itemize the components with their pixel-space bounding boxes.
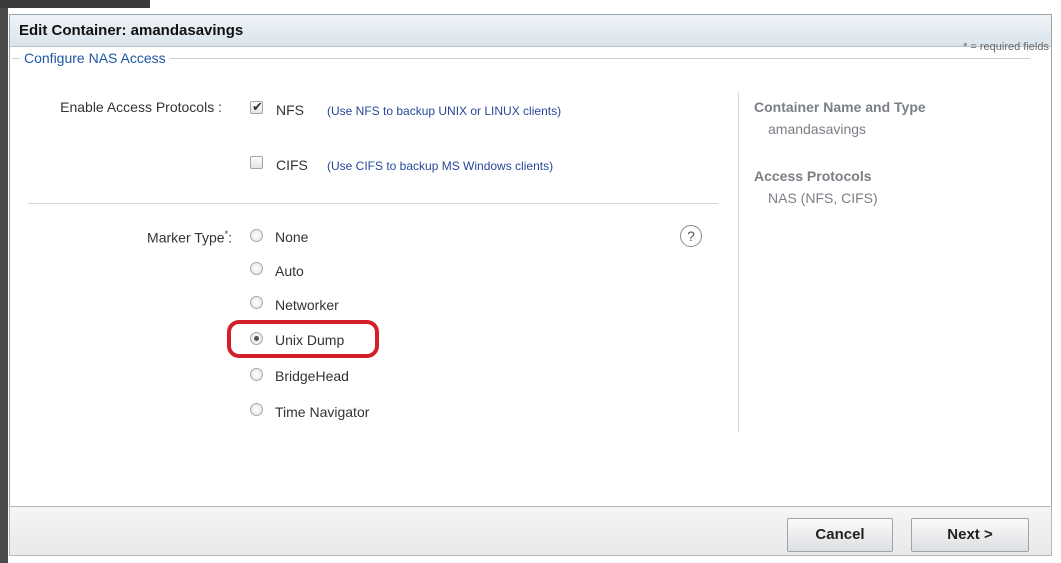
- required-fields-note: * = required fields: [963, 41, 1049, 53]
- cifs-label[interactable]: CIFS: [276, 157, 308, 173]
- nfs-label[interactable]: NFS: [276, 102, 304, 118]
- protocols-label: Enable Access Protocols :: [60, 99, 222, 115]
- summary-divider: [738, 92, 739, 432]
- nas-access-fieldset: [12, 58, 1030, 489]
- cancel-button[interactable]: Cancel: [787, 518, 893, 552]
- radio-auto[interactable]: [250, 262, 263, 275]
- annotation-highlight-circle: [227, 320, 379, 358]
- nfs-hint: (Use NFS to backup UNIX or LINUX clients…: [327, 104, 562, 118]
- dialog-title: Edit Container: amandasavings: [10, 15, 1051, 47]
- radio-label-auto[interactable]: Auto: [275, 263, 304, 279]
- summary-container-value: amandasavings: [768, 121, 867, 137]
- checkmark-icon: ✔: [252, 99, 263, 114]
- cifs-checkbox[interactable]: [250, 156, 263, 169]
- marker-type-label-colon: :: [228, 229, 232, 246]
- radio-label-networker[interactable]: Networker: [275, 297, 339, 313]
- help-icon[interactable]: ?: [680, 225, 702, 247]
- radio-none[interactable]: [250, 229, 263, 242]
- summary-protocols-heading: Access Protocols: [754, 168, 872, 184]
- dialog-footer: [9, 506, 1052, 556]
- cifs-hint: (Use CIFS to backup MS Windows clients): [327, 159, 554, 173]
- next-button[interactable]: Next >: [911, 518, 1029, 552]
- marker-type-label-text: Marker Type: [147, 229, 225, 246]
- section-divider: [28, 203, 718, 204]
- radio-time-navigator[interactable]: [250, 403, 263, 416]
- radio-label-bridgehead[interactable]: BridgeHead: [275, 368, 349, 384]
- radio-label-time-navigator[interactable]: Time Navigator: [275, 404, 369, 420]
- radio-label-none[interactable]: None: [275, 229, 308, 245]
- nfs-checkbox[interactable]: ✔: [250, 99, 263, 114]
- section-legend: Configure NAS Access: [20, 50, 170, 66]
- background-window-edge: [0, 0, 8, 563]
- summary-protocols-value: NAS (NFS, CIFS): [768, 190, 878, 206]
- radio-bridgehead[interactable]: [250, 368, 263, 381]
- radio-networker[interactable]: [250, 296, 263, 309]
- marker-type-label: Marker Type*:: [60, 229, 232, 246]
- background-tab: [0, 0, 150, 8]
- summary-container-heading: Container Name and Type: [754, 99, 926, 115]
